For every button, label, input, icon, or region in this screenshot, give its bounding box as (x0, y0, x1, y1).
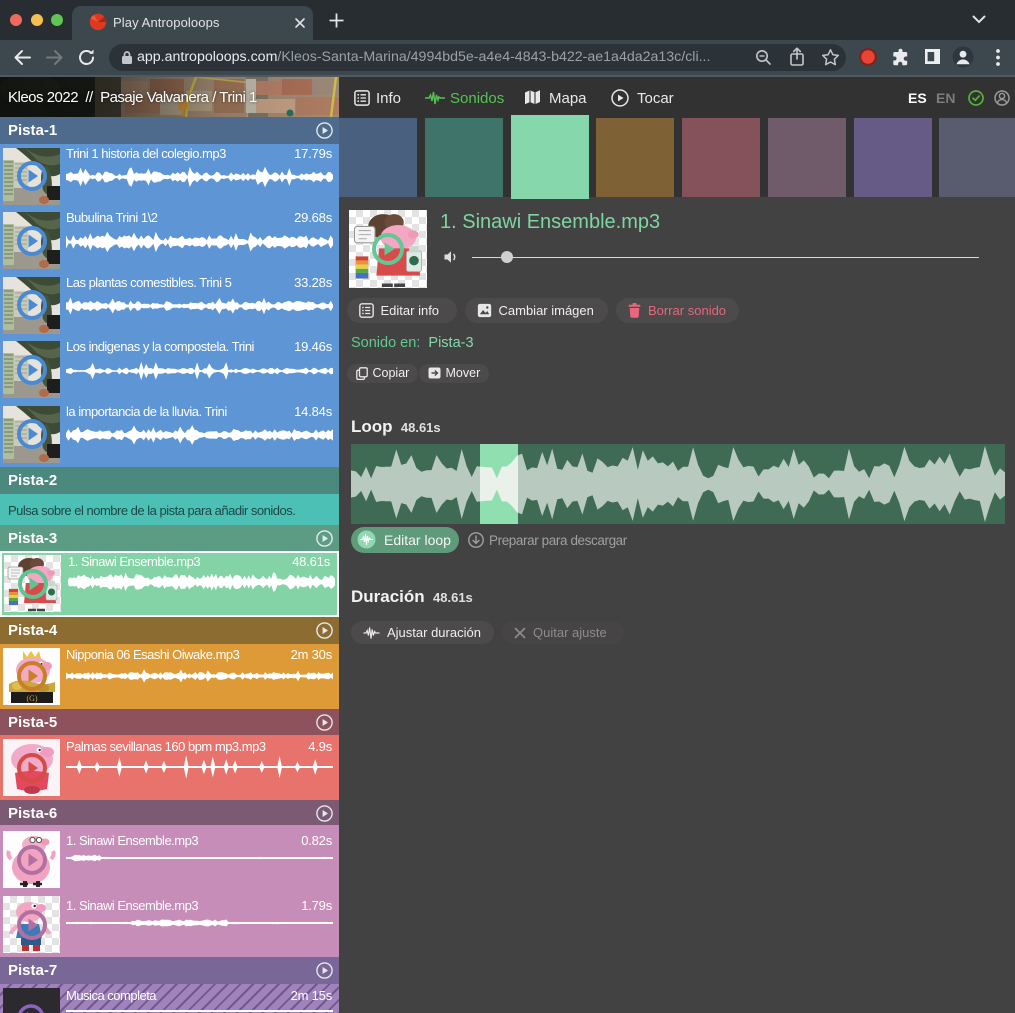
svg-text:(G): (G) (26, 694, 37, 703)
